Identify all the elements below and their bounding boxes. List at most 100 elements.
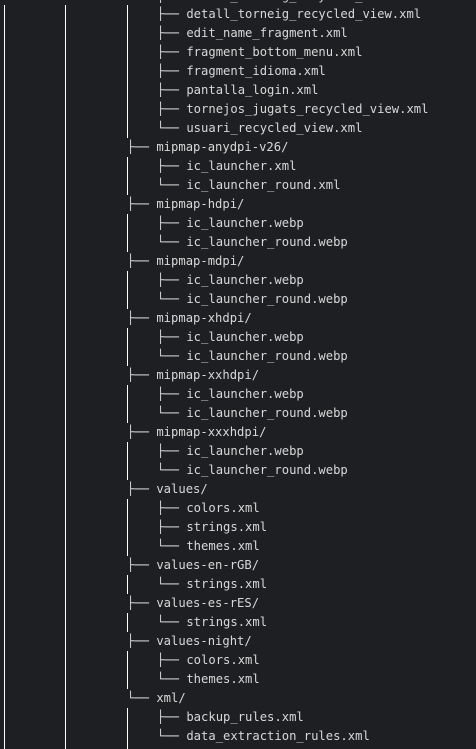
indent-guide-line [65, 651, 66, 670]
file-name: ├── ic_launcher.webp [157, 216, 304, 230]
tree-folder-row: ├── mipmap-xxhdpi/ [0, 366, 476, 385]
indent-guide-line [4, 404, 5, 423]
indent-guide-line [4, 651, 5, 670]
tree-folder-row: ├── mipmap-xxxhdpi/ [0, 423, 476, 442]
tree-file-row: ├── colors.xml [0, 651, 476, 670]
file-name: ├── ic_launcher.webp [157, 444, 304, 458]
indent-guide-line [4, 62, 5, 81]
indent-guide-line [65, 100, 66, 119]
tree-file-row: ├── ic_launcher.webp [0, 214, 476, 233]
indent-guide-line [65, 347, 66, 366]
indent-guide-line [127, 81, 128, 100]
indent-guide-line [4, 214, 5, 233]
indent-guide-line [65, 252, 66, 271]
indent-guide-line [65, 43, 66, 62]
indent-guide-line [127, 613, 128, 632]
indent-guide-line [65, 176, 66, 195]
tree-file-row: ├── strings.xml [0, 518, 476, 537]
indent-guide-line [127, 499, 128, 518]
tree-file-row: ├── fragment_bottom_menu.xml [0, 43, 476, 62]
indent-guide-line [127, 461, 128, 480]
indent-guide-line [65, 385, 66, 404]
indent-guide-line [127, 214, 128, 233]
indent-guide-line [65, 328, 66, 347]
tree-folder-row: ├── mipmap-mdpi/ [0, 252, 476, 271]
indent-guide-line [65, 309, 66, 328]
file-name: ├── backup_rules.xml [157, 710, 304, 724]
folder-name: ├── mipmap-xxhdpi/ [127, 368, 260, 382]
indent-guide-line [127, 157, 128, 176]
indent-guide-line [65, 499, 66, 518]
file-name: ├── fragment_bottom_menu.xml [157, 45, 363, 59]
indent-guide-line [4, 480, 5, 499]
tree-file-row: ├── ic_launcher.webp [0, 271, 476, 290]
file-name: └── ic_launcher_round.webp [157, 235, 348, 249]
tree-file-row: ├── pantalla_login.xml [0, 81, 476, 100]
file-name: └── themes.xml [157, 672, 260, 686]
indent-guide-line [127, 271, 128, 290]
indent-guide-line [4, 309, 5, 328]
indent-guide-line [4, 328, 5, 347]
tree-footer-guides [0, 742, 476, 749]
indent-guide-line [127, 385, 128, 404]
indent-guide-line [4, 556, 5, 575]
indent-guide-line [65, 518, 66, 537]
folder-name: ├── values/ [127, 482, 208, 496]
indent-guide-line [4, 290, 5, 309]
folder-name: ├── mipmap-xxxhdpi/ [127, 425, 267, 439]
indent-guide-line [4, 575, 5, 594]
indent-guide-line [127, 537, 128, 556]
indent-guide-line [4, 5, 5, 24]
indent-guide-line [4, 613, 5, 632]
file-name: └── ic_launcher_round.xml [157, 178, 341, 192]
tree-file-row: └── ic_launcher_round.webp [0, 347, 476, 366]
file-name: ├── colors.xml [157, 653, 260, 667]
indent-guide-line [4, 366, 5, 385]
indent-guide-line [127, 404, 128, 423]
indent-guide-line [4, 594, 5, 613]
folder-name: ├── values-en-rGB/ [127, 558, 260, 572]
indent-guide-line [65, 81, 66, 100]
file-name: ├── tornejos_jugats_recycled_view.xml [157, 102, 429, 116]
folder-name: ├── values-es-rES/ [127, 596, 260, 610]
tree-file-row: ├── ic_launcher.webp [0, 385, 476, 404]
tree-folder-row: ├── mipmap-anydpi-v26/ [0, 138, 476, 157]
tree-file-row: └── usuari_recycled_view.xml [0, 119, 476, 138]
indent-guide-line [127, 119, 128, 138]
indent-guide-line [4, 537, 5, 556]
indent-guide-line [4, 632, 5, 651]
indent-guide-line [65, 613, 66, 632]
indent-guide-line [4, 742, 5, 749]
indent-guide-line [65, 708, 66, 727]
folder-name: ├── mipmap-hdpi/ [127, 197, 245, 211]
indent-guide-line [127, 651, 128, 670]
indent-guide-line [4, 518, 5, 537]
file-name: └── strings.xml [157, 577, 268, 591]
indent-guide-line [127, 176, 128, 195]
indent-guide-line [127, 670, 128, 689]
file-name: └── usuari_recycled_view.xml [157, 121, 363, 135]
indent-guide-line [4, 423, 5, 442]
tree-file-row: ├── ic_launcher.webp [0, 328, 476, 347]
indent-guide-line [127, 290, 128, 309]
indent-guide-line [127, 233, 128, 252]
file-name: └── strings.xml [157, 615, 268, 629]
indent-guide-line [127, 24, 128, 43]
indent-guide-line [4, 271, 5, 290]
indent-guide-line [4, 176, 5, 195]
indent-guide-line [65, 271, 66, 290]
indent-guide-line [65, 119, 66, 138]
tree-folder-row: └── xml/ [0, 689, 476, 708]
file-name: └── ic_launcher_round.webp [157, 406, 348, 420]
folder-name: ├── mipmap-mdpi/ [127, 254, 245, 268]
folder-name: ├── mipmap-anydpi-v26/ [127, 140, 289, 154]
tree-folder-row: ├── mipmap-xhdpi/ [0, 309, 476, 328]
indent-guide-line [65, 233, 66, 252]
tree-folder-row: ├── values-es-rES/ [0, 594, 476, 613]
indent-guide-line [65, 157, 66, 176]
indent-guide-line [4, 689, 5, 708]
indent-guide-line [127, 347, 128, 366]
indent-guide-line [65, 689, 66, 708]
indent-guide-line [65, 423, 66, 442]
indent-guide-line [4, 708, 5, 727]
